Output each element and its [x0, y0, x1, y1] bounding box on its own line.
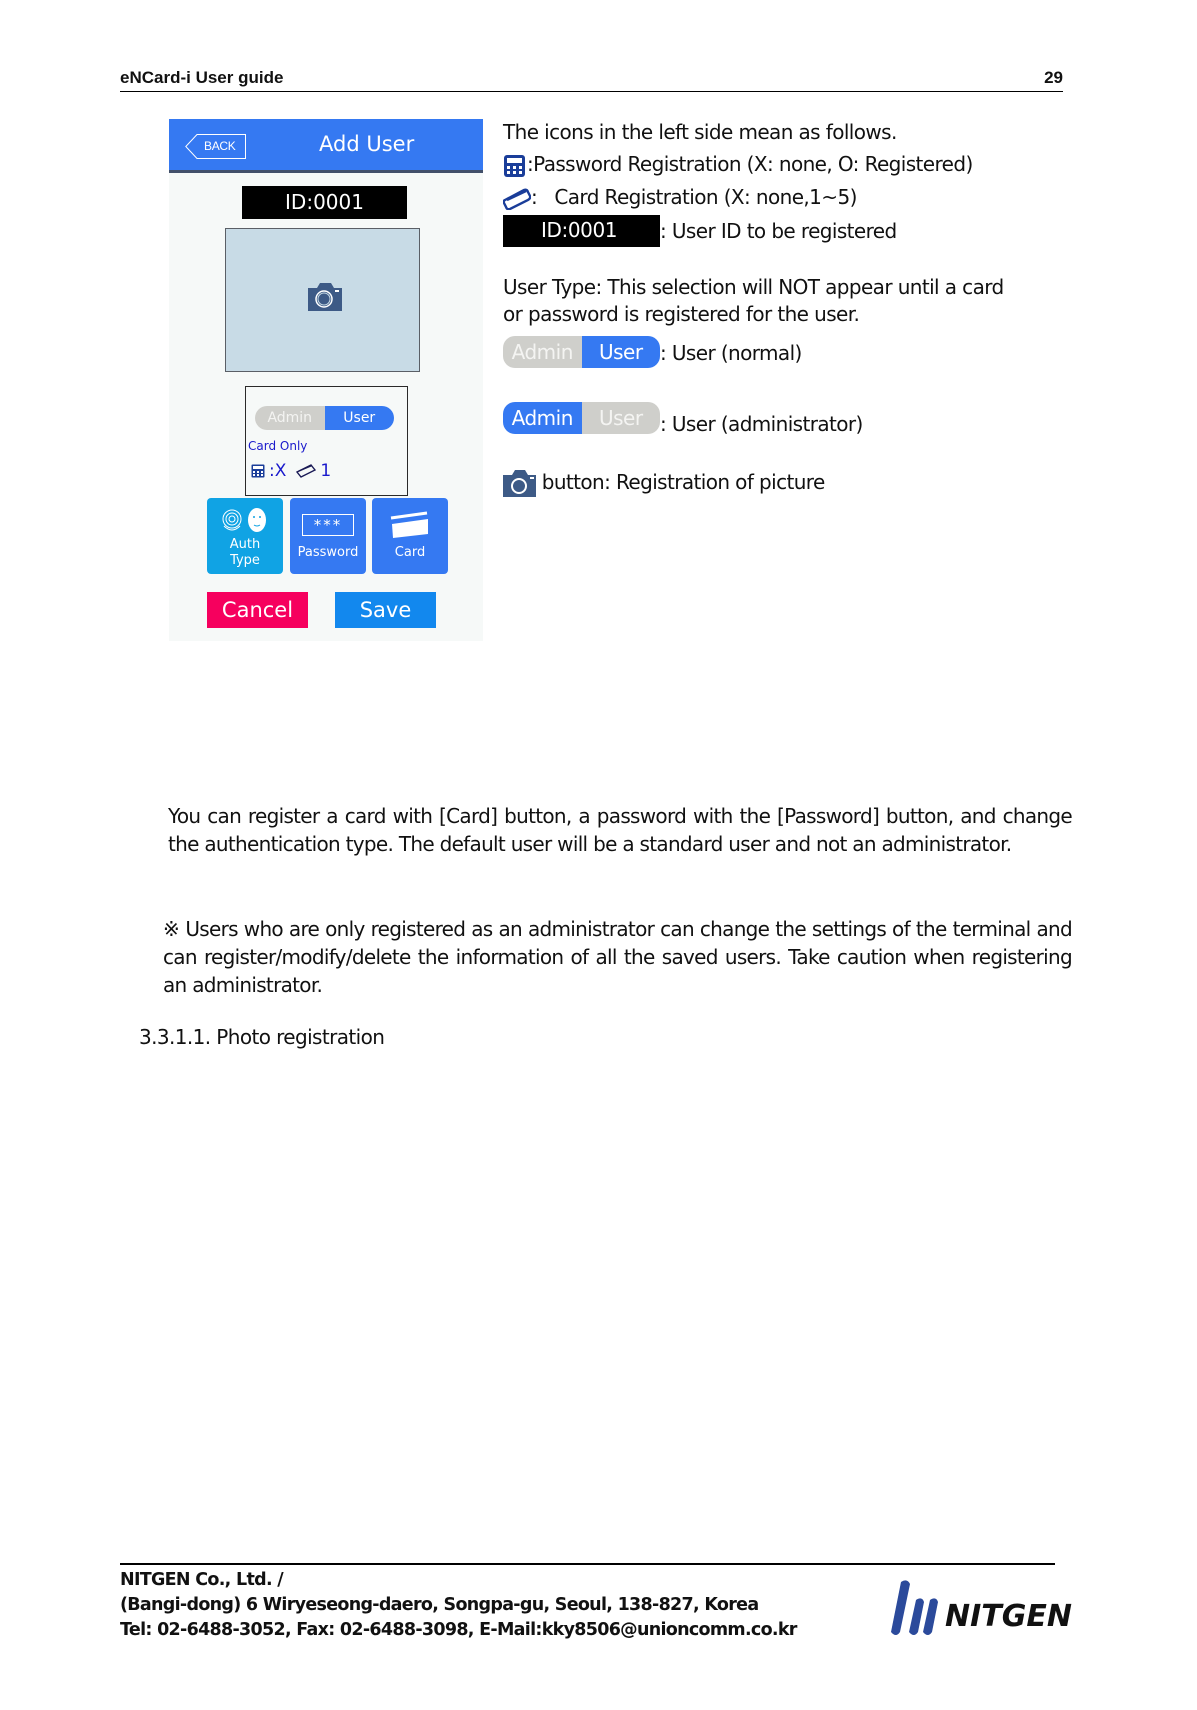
cancel-button[interactable]: Cancel	[207, 592, 308, 628]
toggle-user: User	[581, 336, 660, 368]
user-id-sample: ID:0001	[503, 215, 660, 247]
auth-type-label: Card Only	[248, 439, 308, 453]
toggle-admin: Admin	[503, 402, 582, 434]
camera-legend: button: Registration of picture	[503, 470, 825, 497]
nitgen-logo: NITGEN	[891, 1580, 1072, 1635]
toggle-admin-legend: : User (administrator)	[660, 412, 863, 436]
screen-title: Add User	[319, 132, 415, 156]
document-title: eNCard-i User guide	[120, 68, 284, 87]
user-id-legend: : User ID to be registered	[660, 219, 897, 243]
footer-divider	[120, 1563, 1055, 1565]
section-heading: 3.3.1.1. Photo registration	[139, 1025, 385, 1049]
user-type-toggle[interactable]: Admin User	[255, 406, 394, 430]
auth-type-button[interactable]: Auth Type	[207, 498, 283, 574]
user-type-line-1: User Type: This selection will NOT appea…	[503, 275, 1004, 299]
camera-legend-text: button: Registration of picture	[536, 470, 826, 494]
title-bar: BACK Add User	[169, 119, 483, 173]
card-icon	[503, 188, 531, 210]
user-info-panel: Admin User Card Only :X 1	[245, 386, 408, 496]
footer-address: (Bangi-dong) 6 Wiryeseong-daero, Songpa-…	[120, 1595, 759, 1615]
back-button[interactable]: BACK	[185, 134, 246, 159]
toggle-sample-admin: Admin User	[503, 402, 660, 434]
card-legend-text: : Card Registration (X: none,1~5)	[531, 185, 857, 209]
paragraph-admin-note: ※ Users who are only registered as an ad…	[163, 917, 1073, 997]
footer-company: NITGEN Co., Ltd. /	[120, 1570, 284, 1590]
photo-register-button[interactable]	[225, 228, 420, 372]
password-keypad-icon	[504, 154, 525, 177]
user-id-display: ID:0001	[242, 186, 407, 219]
toggle-normal-legend: : User (normal)	[660, 341, 802, 365]
camera-icon	[308, 283, 342, 311]
page-number: 29	[1044, 68, 1063, 87]
camera-icon	[503, 470, 536, 497]
footer-contact-info: Tel: 02-6488-3052, Fax: 02-6488-3098, E-…	[120, 1620, 797, 1640]
password-icon-legend: :Password Registration (X: none, O: Regi…	[503, 152, 973, 178]
logo-text: NITGEN	[945, 1599, 1072, 1634]
card-count: 1	[320, 461, 332, 481]
password-field-icon: ***	[302, 514, 354, 536]
add-user-screen: BACK Add User ID:0001 Admin User Card On…	[169, 119, 483, 641]
password-status: :X	[269, 461, 287, 481]
toggle-sample-normal: Admin User	[503, 336, 660, 368]
card-button[interactable]: Card	[372, 498, 448, 574]
auth-label-line2: Type	[230, 553, 260, 568]
card-button-label: Card	[394, 545, 426, 560]
save-button[interactable]: Save	[335, 592, 436, 628]
fingerprint-face-icon	[222, 508, 266, 532]
card-icon-legend: : Card Registration (X: none,1~5)	[503, 185, 857, 210]
page-header: eNCard-i User guide 29	[120, 66, 1063, 92]
toggle-user: User	[581, 402, 660, 434]
toggle-user[interactable]: User	[324, 406, 394, 430]
user-type-line-2: or password is registered for the user.	[503, 302, 860, 326]
toggle-admin: Admin	[503, 336, 582, 368]
toggle-admin[interactable]: Admin	[255, 406, 325, 430]
card-icon	[296, 464, 317, 478]
password-button[interactable]: *** Password	[290, 498, 366, 574]
password-button-label: Password	[297, 545, 359, 560]
registration-status: :X 1	[251, 461, 331, 481]
password-keypad-icon	[251, 464, 265, 478]
password-legend-text: :Password Registration (X: none, O: Regi…	[527, 152, 973, 176]
paragraph-register-info: You can register a card with [Card] butt…	[168, 804, 1073, 856]
footer-contact: NITGEN Co., Ltd. / (Bangi-dong) 6 Wiryes…	[120, 1568, 797, 1643]
back-label: BACK	[204, 139, 236, 153]
icons-intro: The icons in the left side mean as follo…	[503, 120, 897, 144]
auth-label-line1: Auth	[229, 537, 261, 552]
card-icon	[390, 511, 428, 538]
